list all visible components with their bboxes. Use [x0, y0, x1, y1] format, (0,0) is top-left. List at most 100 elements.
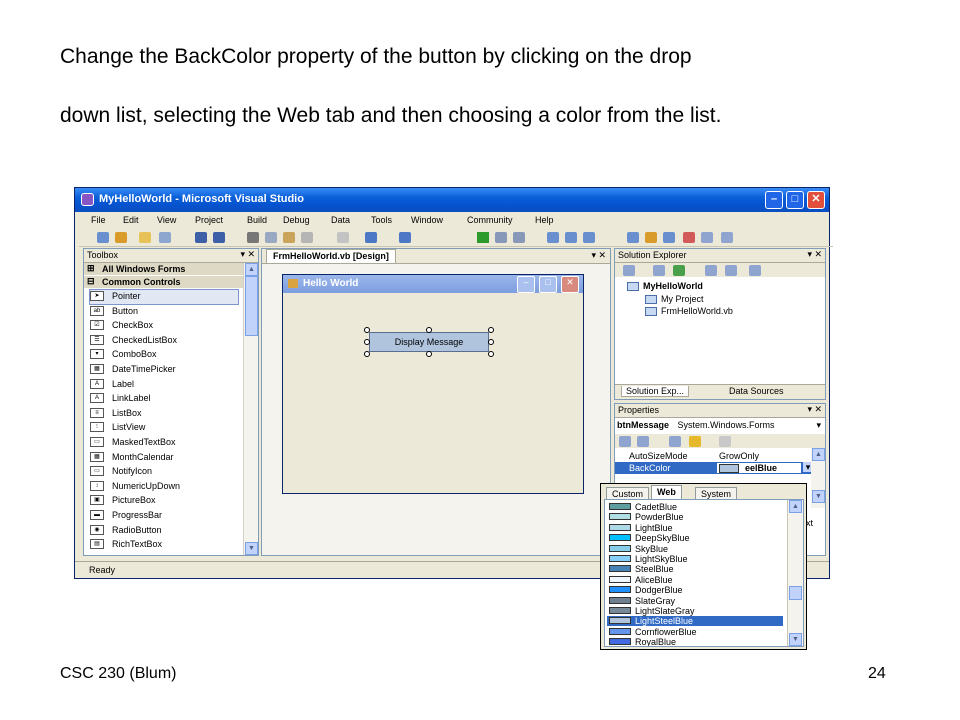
- form-hello-world[interactable]: Hello World – □ ✕ Display Message: [282, 274, 584, 494]
- color-item-deepskyblue[interactable]: DeepSkyBlue: [607, 533, 783, 543]
- tree-form-file[interactable]: FrmHelloWorld.vb: [645, 306, 733, 317]
- property-value[interactable]: eelBlue: [717, 463, 801, 473]
- menu-debug[interactable]: Debug: [283, 215, 310, 225]
- view-code-icon[interactable]: [705, 265, 717, 276]
- toolbox-item-checkedlistbox[interactable]: ☰ CheckedListBox: [90, 334, 238, 348]
- find-icon[interactable]: [301, 232, 313, 243]
- toolbox-scrollbar[interactable]: ▲ ▼: [243, 263, 258, 555]
- new-project-icon[interactable]: [97, 232, 109, 243]
- color-item-lightskyblue[interactable]: LightSkyBlue: [607, 554, 783, 564]
- start-debugging-icon[interactable]: [477, 232, 489, 243]
- color-item-aliceblue[interactable]: AliceBlue: [607, 575, 783, 585]
- group-common-controls[interactable]: ⊟ Common Controls: [84, 276, 244, 288]
- color-item-powderblue[interactable]: PowderBlue: [607, 512, 783, 522]
- categorized-icon[interactable]: [619, 436, 631, 447]
- toolbox-item-datetimepicker[interactable]: ▦ DateTimePicker: [90, 363, 238, 377]
- group-all-windows-forms[interactable]: ⊞ All Windows Forms: [84, 263, 244, 275]
- menu-project[interactable]: Project: [195, 215, 223, 225]
- property-value[interactable]: GrowOnly: [719, 451, 759, 461]
- minimize-button[interactable]: –: [765, 191, 783, 209]
- toolbox-item-listbox[interactable]: ≡ ListBox: [90, 407, 238, 421]
- tab-web[interactable]: Web: [651, 485, 682, 500]
- color-item-slategray[interactable]: SlateGray: [607, 596, 783, 606]
- color-item-dodgerblue[interactable]: DodgerBlue: [607, 585, 783, 595]
- toolbox-item-listview[interactable]: ⁝ ListView: [90, 421, 238, 435]
- properties-icon[interactable]: [623, 265, 635, 276]
- toolbox-item-monthcalendar[interactable]: ▦ MonthCalendar: [90, 451, 238, 465]
- color-item-lightslategray[interactable]: LightSlateGray: [607, 606, 783, 616]
- menu-view[interactable]: View: [157, 215, 176, 225]
- properties-view-icon[interactable]: [669, 436, 681, 447]
- comment-icon[interactable]: [337, 232, 349, 243]
- property-pages-icon[interactable]: [719, 436, 731, 447]
- color-item-cornflowerblue[interactable]: CornflowerBlue: [607, 627, 783, 637]
- menu-build[interactable]: Build: [247, 215, 267, 225]
- toolbox-item-checkbox[interactable]: ☑ CheckBox: [90, 319, 238, 333]
- toolbox-item-richtextbox[interactable]: ▤ RichTextBox: [90, 538, 238, 552]
- toolbox-toolbar-icon[interactable]: [645, 232, 657, 243]
- scroll-down-icon[interactable]: ▼: [245, 542, 258, 555]
- save-icon[interactable]: [195, 232, 207, 243]
- find-in-files-icon[interactable]: [547, 232, 559, 243]
- toolbox-item-button[interactable]: ab Button: [90, 305, 238, 319]
- maximize-button[interactable]: □: [786, 191, 804, 209]
- toolbox-item-label[interactable]: A Label: [90, 378, 238, 392]
- tools-icon[interactable]: [683, 232, 695, 243]
- undo-icon[interactable]: [365, 232, 377, 243]
- form-maximize-button[interactable]: □: [539, 276, 557, 293]
- resize-handle[interactable]: [488, 351, 494, 357]
- menu-community[interactable]: Community: [467, 215, 513, 225]
- save-all-icon[interactable]: [213, 232, 225, 243]
- scroll-thumb[interactable]: [245, 276, 258, 336]
- resize-handle[interactable]: [488, 327, 494, 333]
- menu-edit[interactable]: Edit: [123, 215, 139, 225]
- solution-explorer-toolbar-icon[interactable]: [565, 232, 577, 243]
- resize-handle[interactable]: [364, 351, 370, 357]
- property-row-autosizemode[interactable]: AutoSizeMode GrowOnly: [615, 450, 815, 462]
- refresh-icon[interactable]: [673, 265, 685, 276]
- tab-data-sources[interactable]: Data Sources: [725, 386, 788, 396]
- scroll-up-icon[interactable]: ▲: [812, 448, 825, 461]
- scroll-thumb[interactable]: [789, 586, 802, 600]
- tab-controls[interactable]: ▾ ✕: [591, 250, 606, 261]
- scroll-up-icon[interactable]: ▲: [789, 500, 802, 513]
- tab-solution-explorer[interactable]: Solution Exp...: [621, 386, 690, 397]
- tree-my-project[interactable]: My Project: [645, 294, 704, 305]
- web-color-list[interactable]: CadetBlue PowderBlue LightBlue DeepSkyBlue S…: [604, 499, 804, 647]
- display-message-button[interactable]: Display Message: [369, 332, 489, 352]
- form-minimize-button[interactable]: –: [517, 276, 535, 293]
- color-item-royalblue[interactable]: RoyalBlue: [607, 637, 783, 646]
- scroll-down-icon[interactable]: ▼: [812, 490, 825, 503]
- form-close-button[interactable]: ✕: [561, 276, 579, 293]
- cut-icon[interactable]: [247, 232, 259, 243]
- copy-icon[interactable]: [265, 232, 277, 243]
- tree-solution[interactable]: MyHelloWorld: [627, 281, 703, 292]
- resize-handle[interactable]: [364, 327, 370, 333]
- resize-handle[interactable]: [426, 327, 432, 333]
- tab-frmhelloworld-design[interactable]: FrmHelloWorld.vb [Design]: [266, 249, 396, 263]
- stop-icon[interactable]: [513, 232, 525, 243]
- color-item-lightblue[interactable]: LightBlue: [607, 523, 783, 533]
- toolbox-item-linklabel[interactable]: A LinkLabel: [90, 392, 238, 406]
- color-list-scrollbar[interactable]: ▲ ▼: [787, 500, 803, 646]
- resize-handle[interactable]: [364, 339, 370, 345]
- show-all-files-icon[interactable]: [653, 265, 665, 276]
- properties-controls[interactable]: ▾ ✕: [807, 404, 822, 415]
- object-selector[interactable]: btnMessage System.Windows.Forms ▾: [617, 420, 823, 432]
- property-row-backcolor[interactable]: ▾ BackColor eelBlue: [615, 462, 815, 474]
- properties-toolbar-icon[interactable]: [583, 232, 595, 243]
- toolbox-item-picturebox[interactable]: ▣ PictureBox: [90, 494, 238, 508]
- toolbox-item-numericupdown[interactable]: ↕ NumericUpDown: [90, 480, 238, 494]
- toolbox-item-radiobutton[interactable]: ◉ RadioButton: [90, 524, 238, 538]
- scroll-up-icon[interactable]: ▲: [245, 263, 258, 276]
- color-item-skyblue[interactable]: SkyBlue: [607, 544, 783, 554]
- resize-handle[interactable]: [426, 351, 432, 357]
- alphabetical-icon[interactable]: [637, 436, 649, 447]
- object-browser-icon[interactable]: [627, 232, 639, 243]
- toolbox-item-notifyicon[interactable]: ▭ NotifyIcon: [90, 465, 238, 479]
- view-designer-icon[interactable]: [725, 265, 737, 276]
- options-icon[interactable]: [701, 232, 713, 243]
- menu-help[interactable]: Help: [535, 215, 554, 225]
- pause-icon[interactable]: [495, 232, 507, 243]
- scroll-down-icon[interactable]: ▼: [789, 633, 802, 646]
